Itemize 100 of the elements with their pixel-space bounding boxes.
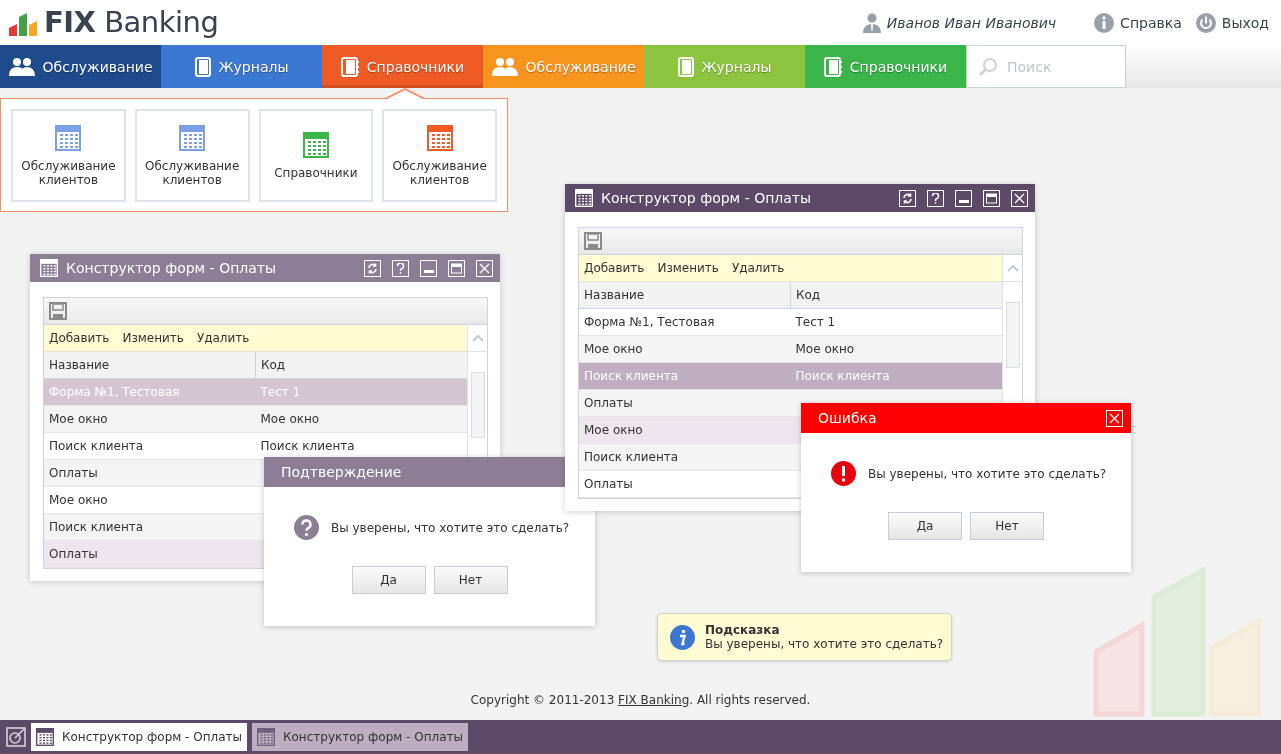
copyright-text: Copyright © 2011-2013 FIX Banking. All rights reserved. xyxy=(470,693,811,707)
table-cell: Поиск клиента xyxy=(260,439,355,453)
logo-icon xyxy=(8,13,40,37)
table-cell-text: Оплаты xyxy=(583,476,634,493)
taskbar-item[interactable]: Конструктор форм - Оплаты xyxy=(31,723,247,751)
table-cell: Мое окно xyxy=(795,342,855,356)
refresh-button[interactable] xyxy=(364,259,381,277)
power-icon xyxy=(1195,12,1216,33)
save-icon[interactable] xyxy=(584,232,602,250)
help-button[interactable] xyxy=(927,189,944,207)
logout-link[interactable]: Выход xyxy=(1195,12,1269,33)
table-cell-text: Поиск клиента xyxy=(48,438,145,455)
column-header[interactable]: Код xyxy=(791,282,1002,308)
table-cell-text: Мое окно xyxy=(583,341,644,358)
window-title: Конструктор форм - Оплаты xyxy=(66,260,278,276)
refresh-icon xyxy=(367,262,378,274)
question-mark-icon xyxy=(396,262,405,274)
column-header[interactable]: Код xyxy=(256,352,467,378)
save-icon[interactable] xyxy=(49,302,67,320)
maximize-button[interactable] xyxy=(983,189,1000,207)
table-cell-text: Мое окно xyxy=(583,422,644,439)
tile-label: Обслуживание клиентов xyxy=(20,158,117,187)
dialog-button[interactable]: Нет xyxy=(433,566,508,594)
action-link[interactable]: Изменить xyxy=(657,261,719,275)
taskbar-item[interactable]: Конструктор форм - Оплаты xyxy=(252,723,468,751)
table-cell-text: Форма №1, Тестовая xyxy=(583,314,716,331)
menu-tile[interactable]: Справочники xyxy=(258,109,374,202)
table-cell-text: Оплаты xyxy=(48,465,99,482)
close-button[interactable] xyxy=(1106,409,1123,427)
scrollbar-thumb[interactable] xyxy=(1005,302,1020,368)
book-icon xyxy=(194,56,211,77)
table-icon xyxy=(575,189,593,207)
edit-icon[interactable] xyxy=(6,727,26,747)
table-cell-text: Форма №1, Тестовая xyxy=(48,384,181,401)
minimize-button[interactable] xyxy=(420,259,437,277)
close-icon xyxy=(479,262,490,274)
action-link[interactable]: Удалить xyxy=(731,261,785,275)
table-cell-text: Оплаты xyxy=(48,546,99,563)
window-title: Конструктор форм - Оплаты xyxy=(601,190,813,206)
action-link[interactable]: Добавить xyxy=(49,331,110,345)
table-cell-text: Поиск клиента xyxy=(48,519,145,536)
table-cell-text: Мое окно xyxy=(48,411,109,428)
tile-label: Обслуживание клиентов xyxy=(144,158,241,187)
table-cell-text: Мое окно xyxy=(48,492,109,509)
maximize-icon xyxy=(986,192,997,204)
menu-tile[interactable]: Обслуживание клиентов xyxy=(134,109,250,202)
scrollbar-thumb[interactable] xyxy=(470,372,485,438)
table-cell: Тест 1 xyxy=(795,315,836,329)
exclamation-icon xyxy=(831,461,856,486)
help-button[interactable] xyxy=(392,259,409,277)
table-cell: Мое окно xyxy=(260,412,320,426)
search-field[interactable]: Поиск xyxy=(966,45,1126,88)
users-icon xyxy=(491,56,518,77)
tile-label: Обслуживание клиентов xyxy=(391,158,488,187)
hint-message: Вы уверены, что хотите это сделать? xyxy=(705,637,944,651)
menu-tile[interactable]: Обслуживание клиентов xyxy=(11,109,126,202)
dialog-button[interactable]: Нет xyxy=(970,512,1044,540)
table-icon xyxy=(36,728,54,746)
users-icon xyxy=(8,56,35,77)
table-row[interactable]: Мое окно Мое окно xyxy=(579,336,1002,363)
book-icon xyxy=(677,56,694,77)
table-row[interactable]: Мое окно Мое окно xyxy=(44,406,467,433)
notebook-icon xyxy=(340,56,359,77)
dialog-title: Подтверждение xyxy=(281,464,403,480)
user-icon xyxy=(862,12,881,33)
close-button[interactable] xyxy=(476,259,493,277)
dialog-button[interactable]: Да xyxy=(351,566,426,594)
column-header[interactable]: Название xyxy=(579,282,791,308)
tile-label: Справочники xyxy=(274,165,358,180)
close-icon xyxy=(1014,192,1025,204)
logo-text: FIX Banking xyxy=(44,8,219,37)
hint-title: Подсказка xyxy=(705,623,781,637)
action-link[interactable]: Удалить xyxy=(196,331,250,345)
info-icon xyxy=(670,624,695,650)
nav-tab[interactable]: Обслуживание xyxy=(0,45,161,88)
nav-tab[interactable]: Журналы xyxy=(161,45,322,88)
user-name: Иванов Иван Иванович xyxy=(886,14,1057,31)
notebook-icon xyxy=(823,56,842,77)
table-icon xyxy=(257,728,275,746)
table-cell-text: Поиск клиента xyxy=(583,449,680,466)
column-header[interactable]: Название xyxy=(44,352,256,378)
table-cell: Тест 1 xyxy=(260,385,301,399)
info-icon xyxy=(1094,12,1115,33)
close-button[interactable] xyxy=(1011,189,1028,207)
action-link[interactable]: Добавить xyxy=(584,261,645,275)
action-link[interactable]: Изменить xyxy=(122,331,184,345)
minimize-button[interactable] xyxy=(955,189,972,207)
help-link[interactable]: Справка xyxy=(1094,12,1182,33)
table-cell-text: Поиск клиента xyxy=(583,368,680,385)
table-cell-text: Оплаты xyxy=(583,395,634,412)
refresh-icon xyxy=(902,192,913,204)
minimize-icon xyxy=(958,199,969,203)
maximize-button[interactable] xyxy=(448,259,465,277)
dialog-button[interactable]: Да xyxy=(888,512,962,540)
refresh-button[interactable] xyxy=(899,189,916,207)
table-icon xyxy=(179,124,206,151)
table-icon xyxy=(426,124,453,151)
menu-tile[interactable]: Обслуживание клиентов xyxy=(382,109,497,202)
table-icon xyxy=(302,131,329,158)
question-mark-icon xyxy=(931,192,940,204)
